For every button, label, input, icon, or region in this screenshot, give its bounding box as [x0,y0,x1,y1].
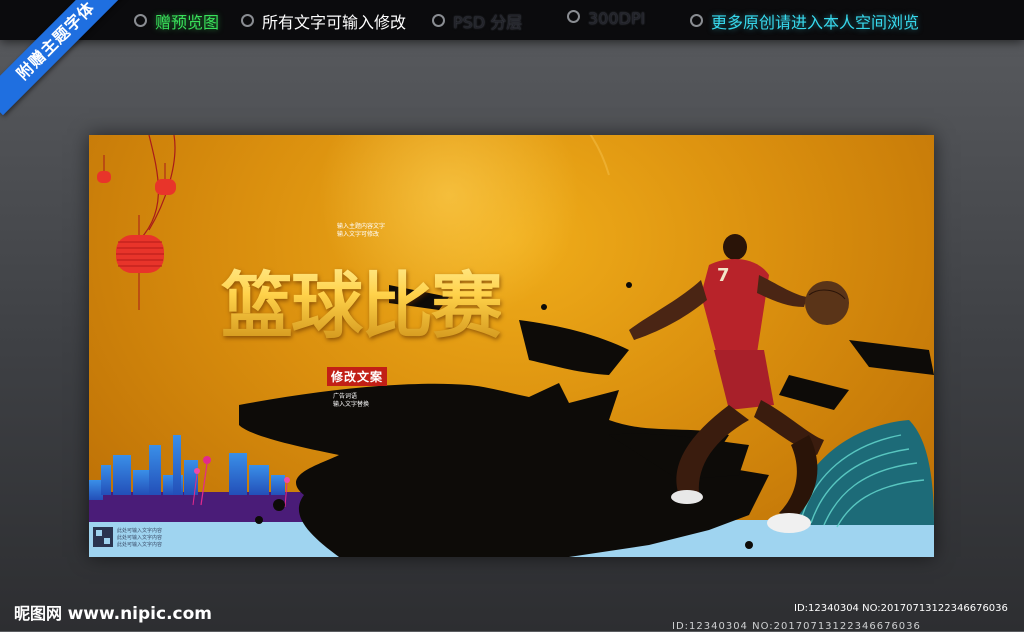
circle-bullet-icon [241,14,254,27]
poster-small-text-mid-1: 广告词语 [333,393,358,400]
poster-small-text-mid-2: 输入文字替换 [333,401,370,408]
site-watermark: 昵图网 www.nipic.com [14,600,212,624]
circle-bullet-icon [134,14,147,27]
watermark-brand: 昵图网 [14,604,63,623]
jersey-number: 7 [717,265,730,286]
lantern-decoration [97,135,176,310]
circle-bullet-icon [567,10,580,23]
circle-bullet-icon [432,14,445,27]
poster-artwork: 7 [89,135,934,557]
topbar-item-more: 更多原创请进入本人空间浏览 [690,9,919,33]
topbar-item-editable: 所有文字可输入修改 [241,9,406,33]
topbar-item-preview: 赠预览图 [134,9,219,33]
poster-small-text-top-1: 输入主题内容文字 [337,223,386,230]
poster-preview: 7 篮球比赛 修改文案 输入主题内容文字 输入文字可修改 广告词语 输入文字替换… [89,135,934,557]
poster-headline: 篮球比赛 [221,247,503,352]
qr-caption-2: 此处可输入文字内容 [117,535,163,541]
topbar-item-dpi: 300DPI [567,9,645,28]
qr-caption-3: 此处可输入文字内容 [117,542,163,548]
poster-tagline: 修改文案 [327,367,388,386]
circle-bullet-icon [690,14,703,27]
poster-small-text-top-2: 输入文字可修改 [337,231,380,238]
topbar-item-psd: PSD 分层 [432,9,522,33]
image-id: ID:12340304 NO:20170713122346676036 [794,603,1008,614]
qr-caption-1: 此处可输入文字内容 [117,528,163,534]
top-banner: 赠预览图 所有文字可输入修改 PSD 分层 300DPI 更多原创请进入本人空间… [0,0,1024,40]
watermark-site: www.nipic.com [67,604,213,624]
image-id-partial: ID:12340304 NO:20170713122346676036 [672,621,921,632]
